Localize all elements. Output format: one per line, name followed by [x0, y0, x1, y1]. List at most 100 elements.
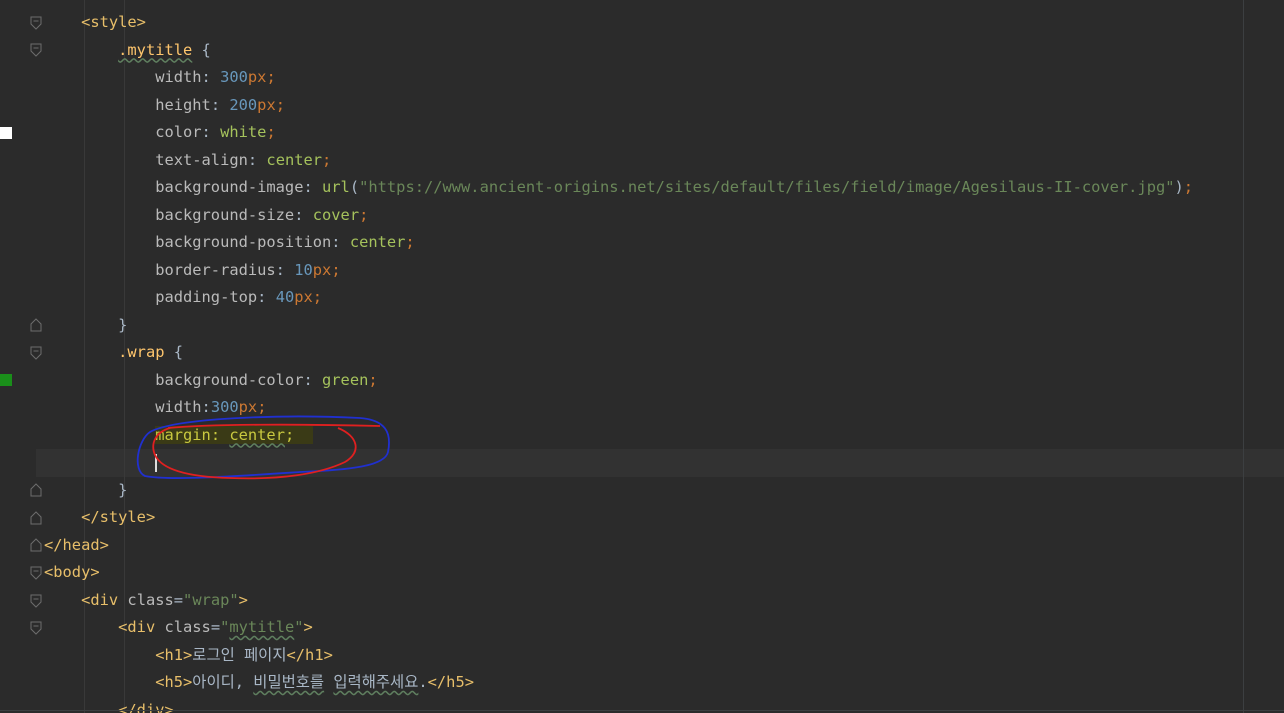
css-value: center [349, 233, 406, 251]
fold-icon[interactable] [30, 346, 42, 360]
fold-end-icon[interactable] [30, 511, 42, 525]
code-line[interactable]: } [44, 477, 127, 505]
fold-icon[interactable] [30, 16, 42, 30]
attribute-value: "wrap" [183, 590, 239, 609]
code-line[interactable]: <h5>아이디, 비밀번호를 입력해주세요.</h5> [44, 669, 474, 697]
fold-end-icon[interactable] [30, 318, 42, 332]
code-line[interactable]: <div class="mytitle"> [44, 614, 313, 642]
equals-sign: = [173, 590, 184, 609]
css-property: background-size [155, 205, 295, 224]
color-swatch-green[interactable] [0, 374, 12, 386]
code-line[interactable]: background-size: cover; [44, 202, 368, 230]
css-number: 300 [210, 398, 239, 416]
css-property: padding-top [155, 288, 258, 306]
code-line[interactable]: color: white; [44, 119, 276, 147]
brace: } [118, 480, 128, 499]
code-line[interactable]: } [44, 312, 127, 340]
code-line[interactable]: background-image: url("https://www.ancie… [44, 174, 1193, 202]
css-property: border-radius [155, 260, 276, 279]
code-line[interactable]: </head> [44, 532, 109, 560]
code-line[interactable]: <body> [44, 559, 100, 587]
html-tag: <div [81, 590, 128, 609]
code-line[interactable]: .wrap { [44, 339, 183, 367]
css-property: width [155, 398, 202, 416]
code-line[interactable]: <div class="wrap"> [44, 587, 248, 615]
html-tag: <div [118, 618, 165, 636]
fold-end-icon[interactable] [30, 483, 42, 497]
html-tag: </style> [81, 508, 156, 526]
panel-border [0, 710, 1284, 711]
html-tag: <body> [44, 563, 100, 581]
code-line[interactable]: border-radius: 10px; [44, 257, 340, 285]
tag-end: > [238, 590, 248, 609]
code-line[interactable]: <h1>로그인 페이지</h1> [44, 642, 333, 670]
html-tag: </div> [118, 700, 174, 713]
html-attribute: class [127, 590, 174, 609]
fold-icon[interactable] [30, 594, 42, 608]
tag-end: > [303, 618, 313, 636]
quote: " [294, 618, 304, 636]
css-unit: px [294, 288, 313, 306]
css-property: height [155, 95, 211, 114]
html-tag: <h1> [155, 645, 193, 664]
css-property: background-image [155, 178, 304, 196]
code-editor[interactable]: <style> .mytitle { width: 300px; height:… [0, 0, 1284, 713]
code-line-current[interactable] [44, 449, 158, 477]
css-property: color [155, 123, 202, 141]
heading-text: 비밀번호를 [253, 673, 325, 691]
heading-text: . [418, 673, 428, 691]
css-unit: px [247, 68, 267, 86]
fold-icon[interactable] [30, 621, 42, 635]
code-line[interactable]: <style> [44, 9, 146, 37]
heading-text [324, 673, 333, 691]
code-line[interactable]: .mytitle { [44, 37, 211, 65]
css-value: white [220, 123, 267, 141]
code-line[interactable]: background-color: green; [44, 367, 377, 395]
code-line[interactable]: width: 300px; [44, 64, 276, 92]
fold-icon[interactable] [30, 566, 42, 580]
brace: { [192, 40, 211, 59]
html-tag: </h5> [427, 673, 474, 691]
heading-text: 아이디, [192, 673, 254, 691]
right-margin-guide [1243, 0, 1244, 713]
css-property: background-position [155, 233, 332, 251]
code-line[interactable]: background-position: center; [44, 229, 415, 257]
brace: } [118, 315, 128, 334]
heading-text: 입력해주세요 [333, 673, 419, 691]
css-unit: px [312, 260, 332, 279]
fold-icon[interactable] [30, 43, 42, 57]
html-tag: </head> [44, 535, 109, 554]
quote: " [220, 618, 230, 636]
html-tag: <style> [81, 13, 146, 31]
html-attribute: class [164, 618, 211, 636]
color-swatch-white[interactable] [0, 127, 12, 139]
css-selector: .wrap [118, 343, 165, 361]
equals-sign: = [210, 618, 221, 636]
css-unit: px [257, 95, 276, 114]
attribute-value: mytitle [229, 618, 295, 636]
css-selector: .mytitle [118, 40, 193, 59]
code-line[interactable]: margin: center; [44, 422, 313, 450]
code-line[interactable]: text-align: center; [44, 147, 331, 175]
html-tag: </h1> [286, 645, 333, 664]
code-line[interactable]: </style> [44, 504, 155, 532]
css-unit: px [238, 398, 258, 416]
css-value-invalid: center [229, 425, 285, 444]
heading-text: 로그인 페이지 [192, 645, 287, 664]
css-property: width [155, 68, 202, 86]
css-property: margin [155, 425, 211, 444]
code-line[interactable]: width:300px; [44, 394, 266, 422]
brace: { [164, 343, 184, 361]
css-string: "https://www.ancient-origins.net/sites/d… [359, 178, 1175, 196]
code-line[interactable]: padding-top: 40px; [44, 284, 322, 312]
fold-end-icon[interactable] [30, 538, 42, 552]
css-value: green [322, 370, 369, 389]
css-number: 300 [220, 68, 248, 86]
css-number: 200 [229, 95, 258, 114]
text-caret [155, 453, 158, 472]
css-function: url [322, 178, 350, 196]
css-property: background-color [155, 370, 304, 389]
code-line[interactable]: height: 200px; [44, 92, 285, 120]
css-value: cover [312, 205, 360, 224]
css-value: center [266, 150, 323, 169]
